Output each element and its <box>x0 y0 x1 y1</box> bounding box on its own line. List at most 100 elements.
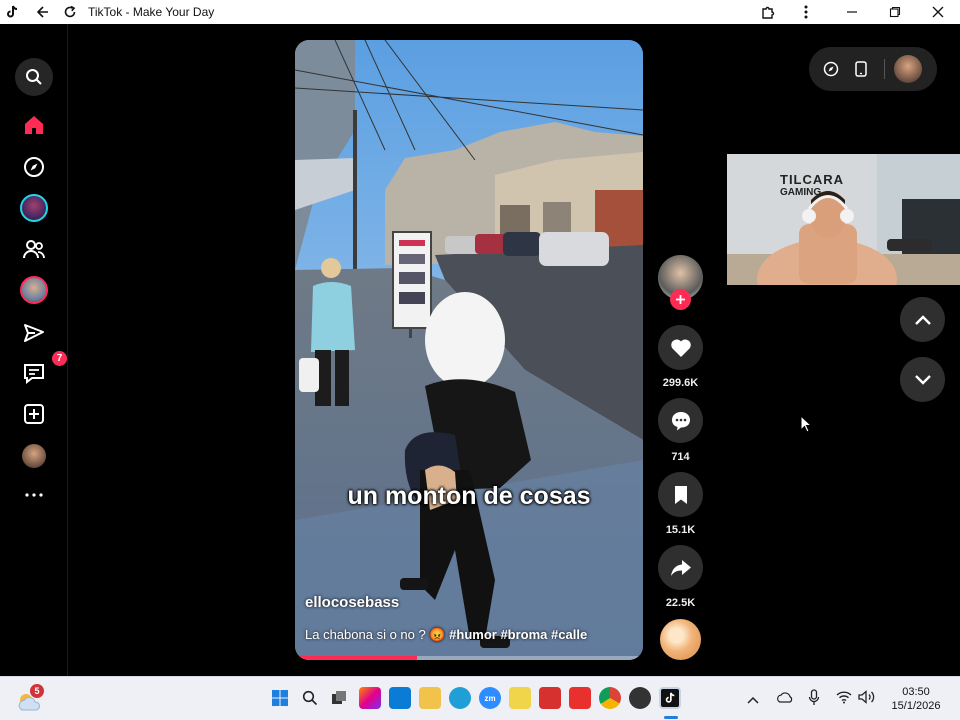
search-icon <box>302 690 318 706</box>
title-bar: TikTok - Make Your Day <box>0 0 960 24</box>
top-right-toolbar <box>809 47 937 91</box>
toolbar-divider <box>884 59 885 79</box>
store-app-icon[interactable] <box>389 687 411 709</box>
search-taskbar-button[interactable] <box>299 687 321 709</box>
nav-messages[interactable] <box>14 313 54 353</box>
game-app-icon[interactable] <box>629 687 651 709</box>
clock[interactable]: 03:50 15/1/2026 <box>880 685 952 713</box>
nav-more[interactable] <box>14 475 54 515</box>
get-app-button[interactable] <box>851 59 871 79</box>
compass-coin-icon <box>823 61 839 77</box>
chrome-browser-icon[interactable] <box>599 687 621 709</box>
coin-button[interactable] <box>821 59 841 79</box>
nav-profile[interactable] <box>14 436 54 476</box>
microphone-tray-icon[interactable] <box>808 689 820 711</box>
profile-avatar <box>22 444 46 468</box>
zoom-app-icon[interactable]: zm <box>479 687 501 709</box>
share-count: 22.5K <box>665 597 696 609</box>
windows-logo-icon <box>272 690 288 706</box>
inbox-badge: 7 <box>52 351 67 366</box>
heart-icon <box>670 338 691 357</box>
restore-button[interactable] <box>883 0 907 24</box>
wifi-tray-icon[interactable] <box>836 690 852 709</box>
share-button[interactable] <box>658 545 703 590</box>
close-button[interactable] <box>926 0 950 24</box>
tiktok-logo-icon <box>665 692 675 703</box>
save-button[interactable] <box>658 472 703 517</box>
task-view-icon <box>332 691 346 704</box>
nav-home[interactable] <box>14 105 54 145</box>
webcam-wall-text-1: TILCARA <box>780 172 845 187</box>
previous-video-button[interactable] <box>900 297 945 342</box>
system-tray-chevron[interactable] <box>747 691 759 709</box>
save-count: 15.1K <box>665 524 696 536</box>
comment-button[interactable] <box>658 398 703 443</box>
task-view-button[interactable] <box>328 687 350 709</box>
video-player[interactable]: un monton de cosas ellocosebass La chabo… <box>295 40 643 660</box>
video-username[interactable]: ellocosebass <box>305 594 399 611</box>
video-caption-text: un monton de cosas <box>347 482 591 510</box>
account-avatar[interactable] <box>894 55 922 83</box>
red-app-icon[interactable] <box>539 687 561 709</box>
start-button[interactable] <box>269 687 291 709</box>
phone-icon <box>855 61 867 77</box>
file-explorer-icon[interactable] <box>419 687 441 709</box>
volume-tray-icon[interactable] <box>858 690 876 709</box>
like-button[interactable] <box>658 325 703 370</box>
tiktok-taskbar-icon[interactable] <box>659 687 681 709</box>
sound-disc[interactable] <box>660 619 701 660</box>
like-count: 299.6K <box>662 377 699 389</box>
weather-widget[interactable]: 5 <box>16 684 44 712</box>
plus-icon <box>676 295 685 304</box>
hashtag-calle[interactable]: #calle <box>551 627 587 642</box>
main-area: 7 un monton de cosas ellocosebass La cha… <box>0 24 960 676</box>
next-video-button[interactable] <box>900 357 945 402</box>
copilot-app-icon[interactable] <box>359 687 381 709</box>
nav-live[interactable] <box>14 188 54 228</box>
reload-button[interactable] <box>58 0 82 24</box>
comment-count: 714 <box>671 451 690 463</box>
chevron-up-icon <box>747 696 759 704</box>
angry-emoji: 😡 <box>429 627 446 642</box>
nav-following[interactable] <box>14 229 54 269</box>
active-app-indicator <box>664 716 678 719</box>
nav-explore[interactable] <box>14 147 54 187</box>
share-icon <box>670 559 691 576</box>
onedrive-tray-icon[interactable] <box>776 690 794 708</box>
video-frame-street-scene <box>295 40 643 660</box>
cloud-icon <box>777 692 793 703</box>
taskbar: 5 zm 03:50 15/1/2026 <box>0 676 960 720</box>
search-button[interactable] <box>14 57 54 97</box>
clock-time: 03:50 <box>902 686 930 698</box>
follow-button[interactable] <box>670 289 691 310</box>
extensions-icon[interactable] <box>756 0 780 24</box>
tiktok-logo-icon <box>0 0 24 24</box>
hashtag-broma[interactable]: #broma <box>500 627 547 642</box>
webcam-overlay: TILCARA GAMING <box>727 154 960 285</box>
minimize-button[interactable] <box>840 0 864 24</box>
nav-upload[interactable] <box>14 394 54 434</box>
mouse-cursor <box>800 415 812 433</box>
chevron-down-icon <box>914 374 931 385</box>
search-icon <box>15 58 53 96</box>
explore-icon <box>24 157 44 177</box>
nav-inbox[interactable]: 7 <box>14 351 67 393</box>
menu-dots-icon[interactable] <box>794 0 818 24</box>
edge-browser-icon[interactable] <box>449 687 471 709</box>
following-icon <box>23 240 45 259</box>
back-button[interactable] <box>31 0 55 24</box>
comment-icon <box>671 411 690 430</box>
weather-badge: 5 <box>30 684 44 698</box>
inbox-icon <box>24 364 44 384</box>
video-description: La chabona si o no ? 😡 #humor #broma #ca… <box>305 627 587 643</box>
nav-friend[interactable] <box>14 270 54 310</box>
hashtag-humor[interactable]: #humor <box>449 627 497 642</box>
friend-avatar <box>20 276 48 304</box>
description-text: La chabona si o no ? <box>305 627 426 642</box>
office-app-icon[interactable] <box>569 687 591 709</box>
upload-icon <box>24 404 44 424</box>
video-progress-bar[interactable] <box>295 656 643 660</box>
messages-icon <box>24 324 44 342</box>
bookmark-icon <box>674 485 687 504</box>
emoji-app-icon[interactable] <box>509 687 531 709</box>
